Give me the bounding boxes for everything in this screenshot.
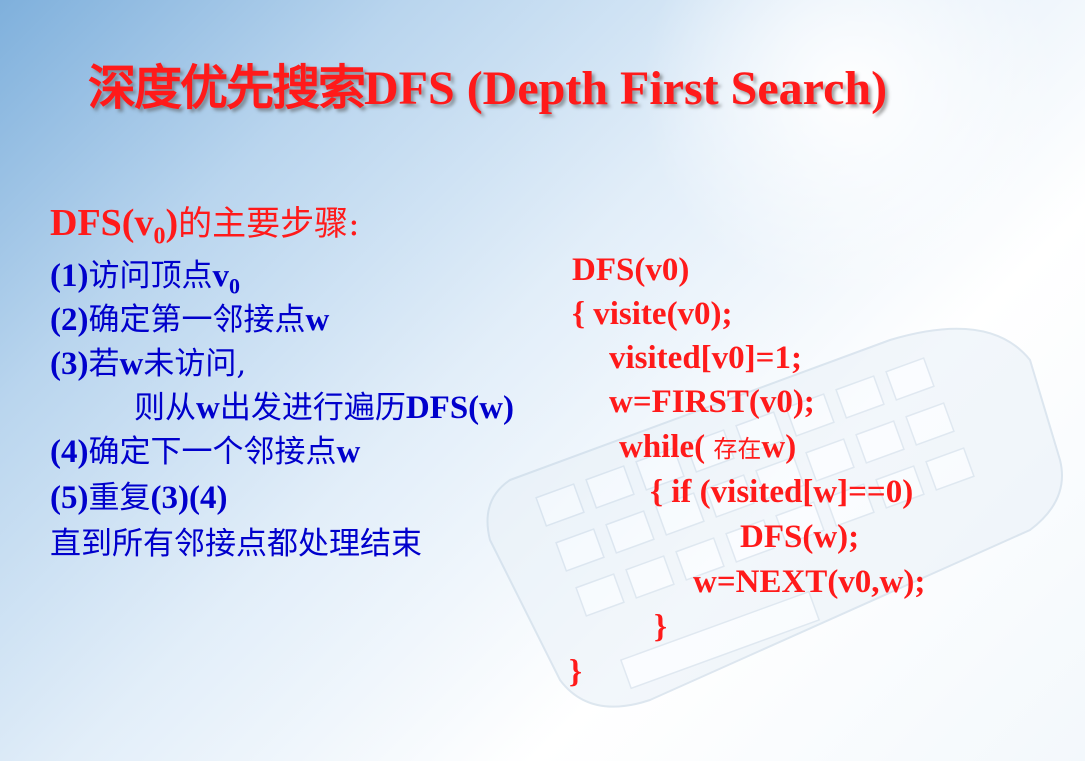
- step-text: 直到所有邻接点都处理结束: [50, 526, 422, 562]
- title-chinese: 深度优先搜索: [88, 60, 366, 116]
- step-5: (5)重复(3)(4): [50, 472, 227, 517]
- step-text: 确定第一邻接点: [88, 302, 306, 338]
- step-latin-2: DFS(w): [405, 390, 514, 426]
- code-line-7: DFS(w);: [740, 519, 860, 555]
- code-line-10: }: [569, 654, 583, 690]
- code-line-2: { visite(v0);: [572, 296, 733, 332]
- step-latin: (3)(4): [150, 480, 228, 516]
- steps-heading-suffix: ): [165, 202, 179, 244]
- step-number: (3): [50, 346, 89, 382]
- step-1: (1)访问顶点v0: [50, 250, 240, 300]
- step-5-continuation: 直到所有邻接点都处理结束: [50, 518, 422, 563]
- step-3: (3)若w未访问,: [50, 338, 246, 383]
- step-number: (4): [50, 434, 89, 470]
- step-text: 若: [88, 346, 120, 382]
- code-line-5: while( 存在w): [619, 429, 796, 466]
- code-line-8: w=NEXT(v0,w);: [693, 564, 926, 600]
- step-latin: w: [196, 390, 220, 426]
- step-text: 访问顶点: [88, 258, 213, 294]
- step-text: 则从: [134, 390, 196, 426]
- code-keyword: while(: [619, 429, 714, 465]
- steps-heading-subscript: 0: [153, 223, 166, 250]
- step-latin: w: [336, 434, 361, 470]
- step-latin: w: [119, 346, 144, 382]
- slide-title: 深度优先搜索DFS (Depth First Search): [88, 48, 887, 118]
- code-line-1: DFS(v0): [572, 252, 690, 288]
- steps-heading-prefix: DFS(v: [50, 202, 154, 244]
- step-2: (2)确定第一邻接点w: [50, 294, 329, 339]
- code-line-3: visited[v0]=1;: [609, 340, 802, 376]
- step-text: 确定下一个邻接点: [88, 434, 337, 470]
- step-text-2: 出发进行遍历: [219, 390, 406, 426]
- steps-heading-chinese: 的主要步骤:: [178, 204, 360, 244]
- step-text-2: 未访问,: [143, 346, 247, 382]
- code-line-4: w=FIRST(v0);: [609, 384, 815, 420]
- code-tail: w): [761, 429, 797, 465]
- step-latin: w: [305, 302, 330, 338]
- code-chinese: 存在: [713, 435, 762, 463]
- step-text: 重复: [88, 480, 151, 516]
- background-glow: [640, 0, 1060, 300]
- step-number: (5): [50, 480, 89, 516]
- code-line-9: }: [654, 609, 668, 645]
- slide: { "title": { "cn": "深度优先搜索", "en": "DFS …: [0, 0, 1085, 761]
- title-english: DFS (Depth First Search): [364, 62, 888, 115]
- step-latin: v: [212, 258, 229, 294]
- step-number: (1): [50, 258, 89, 294]
- steps-heading: DFS(v0)的主要步骤:: [50, 196, 360, 251]
- step-number: (2): [50, 302, 89, 338]
- step-4: (4)确定下一个邻接点w: [50, 426, 360, 471]
- code-line-6: { if (visited[w]==0): [650, 474, 914, 510]
- step-3-continuation: 则从w出发进行遍历DFS(w): [134, 382, 514, 427]
